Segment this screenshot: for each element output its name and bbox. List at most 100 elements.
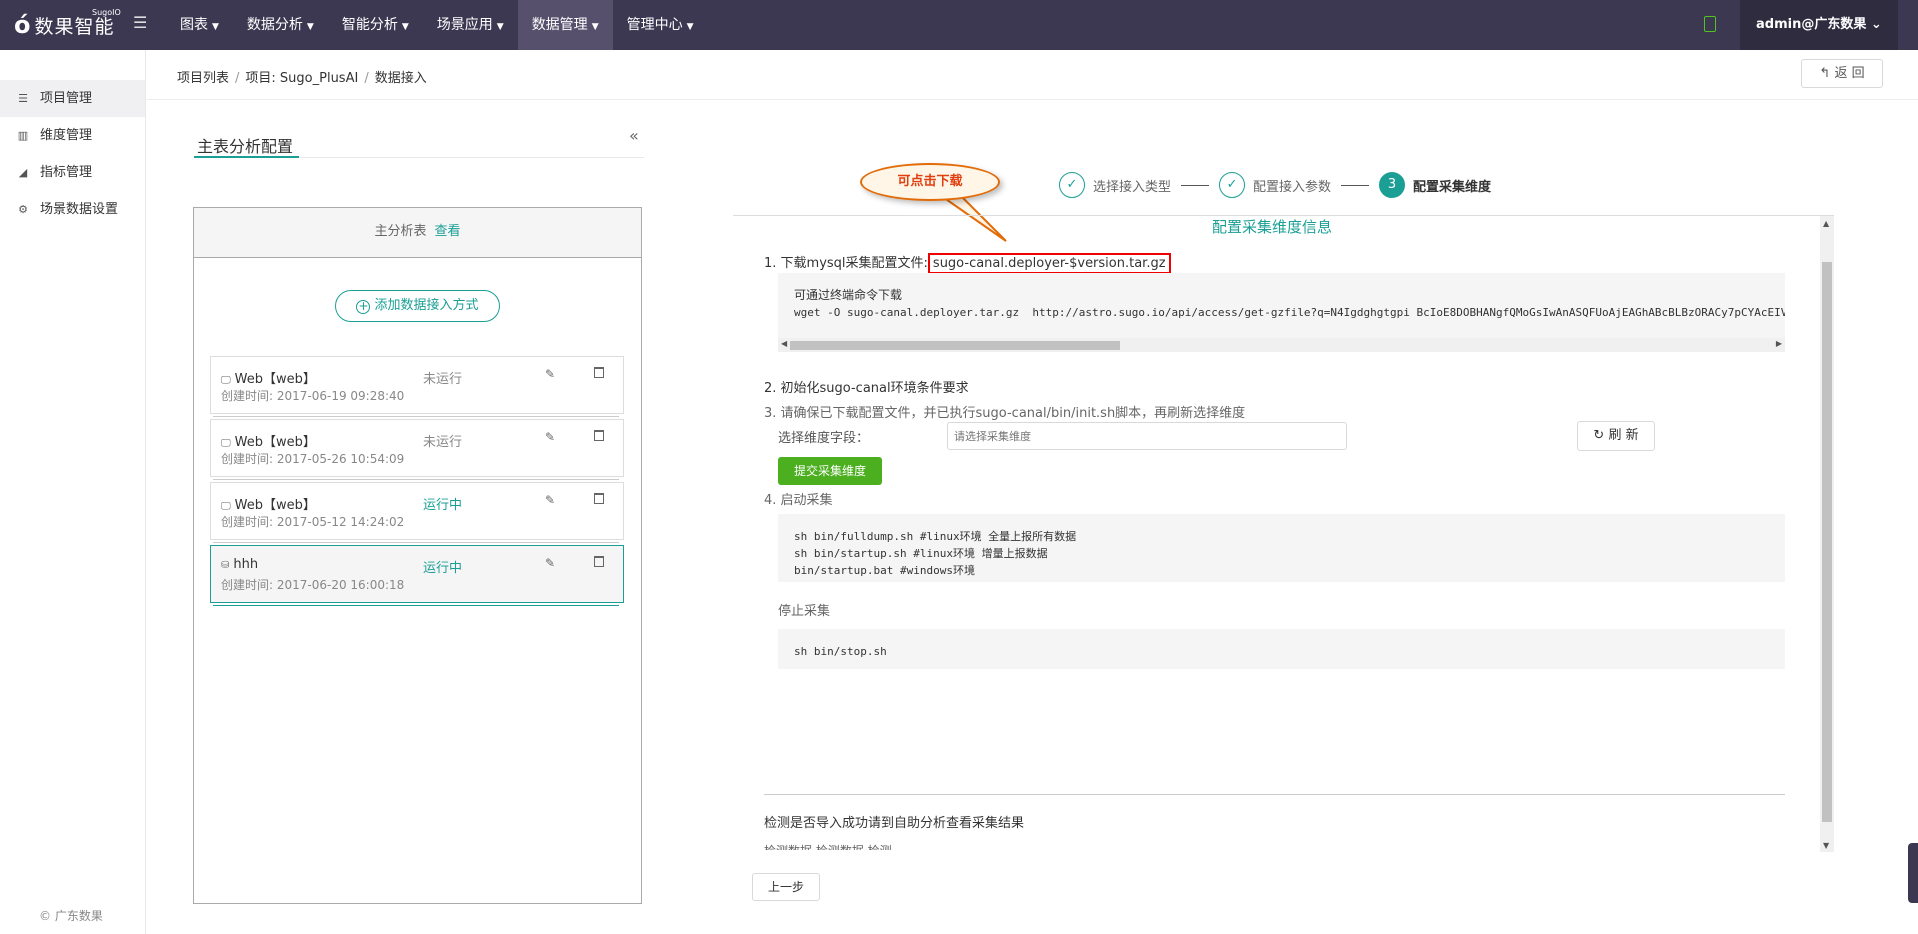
delete-icon[interactable] (594, 493, 604, 504)
access-list-panel: 主分析表 查看 + 添加数据接入方式 🖵 Web【web】 创建时间: 2017-06… (193, 207, 642, 904)
created-time: 创建时间: 2017-05-26 10:54:09 (221, 452, 405, 466)
panel-head: 主分析表 查看 (194, 208, 641, 258)
side-widget[interactable] (1908, 843, 1918, 903)
nav-item-charts[interactable]: 图表 ▼ (166, 0, 233, 50)
delete-icon[interactable] (594, 556, 604, 567)
settings-icon: ⚙ (18, 203, 28, 216)
sidebar-item-dimension-management[interactable]: ▥ 维度管理 (0, 117, 145, 154)
logo-sup: SugoIO (92, 8, 121, 17)
step2-line: 2. 初始化sugo-canal环境条件要求 (764, 381, 969, 396)
nav-item-data-management[interactable]: 数据管理 ▼ (517, 0, 613, 50)
nav-item-scene-apps[interactable]: 场景应用 ▼ (423, 0, 518, 50)
status-label: 运行中 (423, 498, 463, 513)
file-icon[interactable] (1704, 16, 1716, 32)
delete-icon[interactable] (594, 367, 604, 378)
access-card-selected[interactable]: ⛁ hhh 创建时间: 2017-06-20 16:00:18 运行中 ✎ (210, 545, 624, 606)
step3-line: 3. 请确保已下载配置文件，并已执行sugo-canal/bin/init.sh… (764, 406, 1246, 421)
database-icon: ⛁ (221, 560, 230, 571)
horizontal-scrollbar[interactable]: ◀ ▶ (778, 338, 1785, 352)
area-chart-icon: ◢ (18, 166, 28, 179)
dimension-field-label: 选择维度字段： (778, 431, 870, 446)
created-time: 创建时间: 2017-05-12 14:24:02 (221, 515, 405, 529)
scroll-thumb[interactable] (790, 341, 1120, 350)
tab-underline (194, 156, 299, 158)
download-link[interactable]: sugo-canal.deployer-$version.tar.gz (927, 253, 1171, 274)
scroll-up-icon: ▲ (1823, 219, 1830, 228)
divider (764, 794, 1785, 795)
logo[interactable]: ó 数果智能 SugoIO (14, 8, 121, 40)
top-navbar: ó 数果智能 SugoIO ☰ 图表 ▼ 数据分析 ▼ 智能分析 ▼ 场景应用 ▼ 数据… (0, 0, 1918, 50)
add-data-access-button[interactable]: + 添加数据接入方式 (335, 290, 500, 322)
access-card[interactable]: 🖵 Web【web】 创建时间: 2017-05-26 10:54:09 未运行 … (210, 419, 624, 480)
chevron-down-icon: ▼ (686, 22, 694, 32)
desktop-icon: 🖵 (221, 501, 231, 512)
status-label: 运行中 (423, 561, 463, 576)
collapse-icon[interactable]: « (629, 126, 639, 145)
refresh-button[interactable]: ↻ 刷 新 (1577, 421, 1655, 451)
delete-icon[interactable] (594, 430, 604, 441)
edit-icon[interactable]: ✎ (545, 430, 555, 444)
callout-text: 可点击下载 (860, 163, 1000, 201)
step1-line: 1. 下载mysql采集配置文件: sugo-canal.deployer-$ve… (764, 252, 1171, 274)
sidebar-item-metric-management[interactable]: ◢ 指标管理 (0, 154, 145, 191)
back-button[interactable]: ↰ 返 回 (1801, 59, 1883, 88)
breadcrumb-data-access: 数据接入 (374, 71, 427, 86)
download-code-block: 可通过终端命令下载 wget -O sugo-canal.deployer.ta… (778, 273, 1785, 338)
user-menu[interactable]: admin@广东数果 ⌄ (1740, 0, 1898, 50)
check-icon: ✓ (1059, 172, 1085, 198)
refresh-icon: ↻ (1593, 428, 1609, 443)
back-icon: ↰ (1819, 66, 1835, 81)
config-content: 配置采集维度信息 1. 下载mysql采集配置文件: sugo-canal.dep… (733, 215, 1834, 852)
edit-icon[interactable]: ✎ (545, 493, 555, 507)
card-shadow (213, 414, 619, 417)
breadcrumb-bar: 项目列表 / 项目: Sugo_PlusAI / 数据接入 ↰ 返 回 (147, 50, 1918, 100)
nav-item-data-analysis[interactable]: 数据分析 ▼ (233, 0, 328, 50)
view-link[interactable]: 查看 (435, 224, 461, 239)
chevron-down-icon: ▼ (496, 22, 504, 32)
step-indicator: ✓ 选择接入类型 ✓ 配置接入参数 3 配置采集维度 (1059, 172, 1491, 198)
status-label: 未运行 (423, 435, 463, 450)
step-connector (1341, 184, 1370, 186)
breadcrumb-project[interactable]: 项目: Sugo_PlusAI (245, 71, 358, 86)
card-shadow (213, 603, 619, 606)
sidebar: ☰ 项目管理 ▥ 维度管理 ◢ 指标管理 ⚙ 场景数据设置 © 广东数果 (0, 50, 146, 934)
sidebar-item-project-management[interactable]: ☰ 项目管理 (0, 80, 145, 117)
chevron-down-icon: ▼ (401, 22, 409, 32)
nav-item-smart-analysis[interactable]: 智能分析 ▼ (328, 0, 423, 50)
scroll-thumb[interactable] (1822, 262, 1832, 822)
content-title: 配置采集维度信息 (1212, 218, 1333, 236)
nav-item-admin-center[interactable]: 管理中心 ▼ (613, 0, 708, 50)
access-card[interactable]: 🖵 Web【web】 创建时间: 2017-05-12 14:24:02 运行中 … (210, 482, 624, 543)
breadcrumb-project-list[interactable]: 项目列表 (177, 71, 229, 86)
menu-icon[interactable]: ☰ (133, 13, 147, 32)
vertical-scrollbar[interactable]: ▲ ▼ (1820, 216, 1834, 852)
scroll-down-icon: ▼ (1823, 841, 1830, 850)
step-config-dimensions: 3 配置采集维度 (1379, 172, 1491, 198)
step-config-params: ✓ 配置接入参数 (1219, 172, 1331, 198)
panel-title: 主表分析配置 (197, 137, 294, 156)
desktop-icon: 🖵 (221, 438, 231, 449)
created-time: 创建时间: 2017-06-19 09:28:40 (221, 389, 405, 403)
stop-label: 停止采集 (778, 604, 831, 619)
edit-icon[interactable]: ✎ (545, 367, 555, 381)
step-connector (1181, 184, 1210, 186)
access-card[interactable]: 🖵 Web【web】 创建时间: 2017-06-19 09:28:40 未运行 … (210, 356, 624, 417)
copyright: © 广东数果 (39, 909, 103, 923)
logo-icon: ó (14, 11, 31, 39)
main-nav: 图表 ▼ 数据分析 ▼ 智能分析 ▼ 场景应用 ▼ 数据管理 ▼ 管理中心 ▼ (166, 0, 708, 50)
bar-chart-icon: ▥ (17, 129, 29, 142)
edit-icon[interactable]: ✎ (545, 556, 555, 570)
chevron-down-icon: ▼ (591, 22, 599, 32)
list-icon: ☰ (18, 92, 28, 105)
stop-code-block: sh bin/stop.sh (778, 629, 1785, 669)
cut-off-text: 检测数据·检测数据·检测 (764, 842, 892, 850)
desktop-icon: 🖵 (221, 375, 231, 386)
dimension-select[interactable] (947, 422, 1347, 450)
submit-dimensions-button[interactable]: 提交采集维度 (778, 457, 882, 485)
previous-step-button[interactable]: 上一步 (752, 873, 820, 901)
check-icon: ✓ (1219, 172, 1246, 198)
step-number: 3 (1379, 172, 1406, 198)
card-shadow (213, 477, 619, 480)
sidebar-item-scene-data-settings[interactable]: ⚙ 场景数据设置 (0, 191, 145, 228)
